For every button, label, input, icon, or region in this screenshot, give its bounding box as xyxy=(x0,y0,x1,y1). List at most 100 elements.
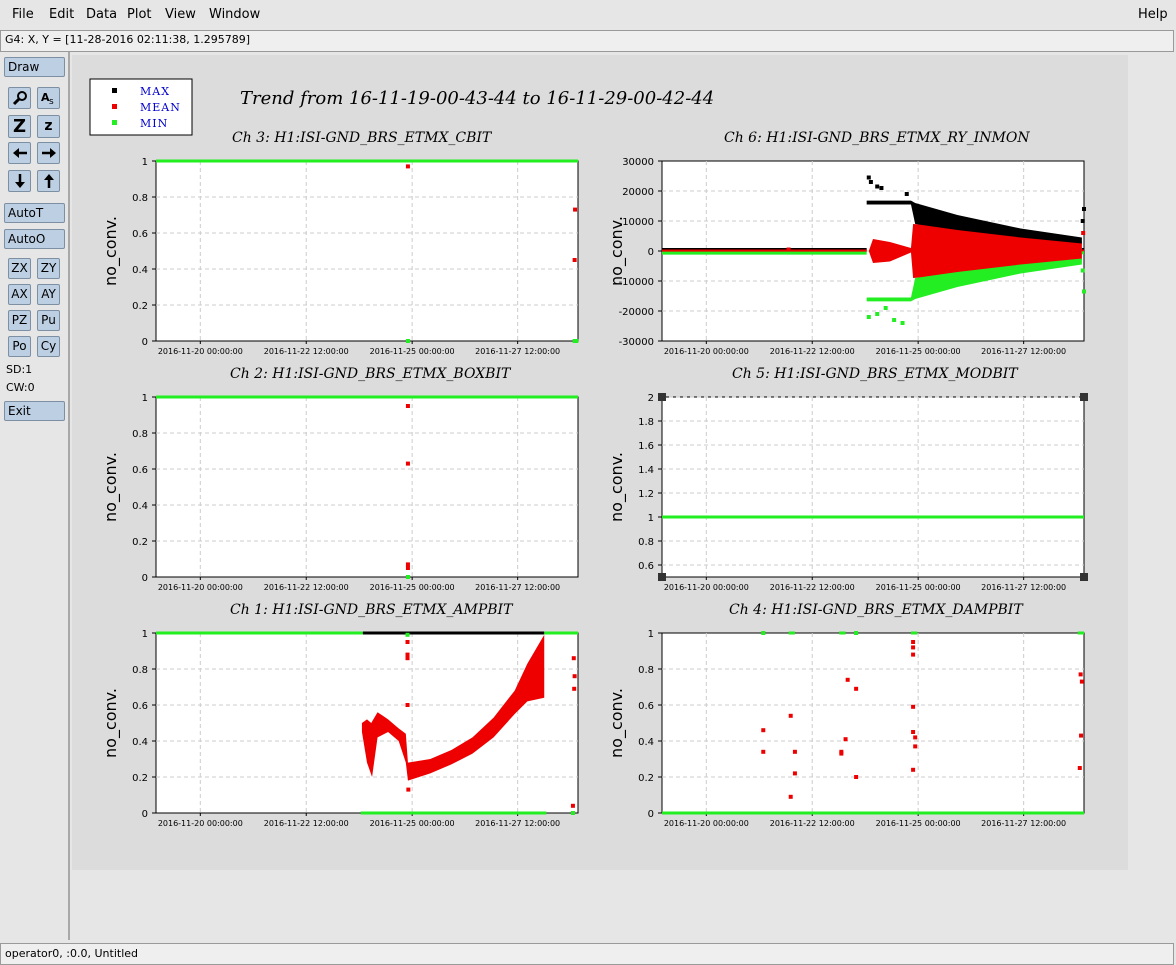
data-point-mean xyxy=(405,164,410,169)
text-annotate-button[interactable]: As xyxy=(37,87,60,109)
coordinate-readout: G4: X, Y = [11-28-2016 02:11:38, 1.29578… xyxy=(5,33,251,46)
data-point-min xyxy=(900,321,905,325)
data-point-mean xyxy=(792,771,797,776)
menu-file[interactable]: File xyxy=(12,7,34,22)
x-tick-label: 2016-11-20 00:00:00 xyxy=(664,819,749,828)
x-tick-label: 2016-11-25 00:00:00 xyxy=(876,819,961,828)
data-point-mean xyxy=(405,703,410,707)
selection-handle xyxy=(658,393,666,401)
x-tick-label: 2016-11-25 00:00:00 xyxy=(370,583,455,592)
sd-readout: SD:1 xyxy=(6,363,33,376)
data-point-max xyxy=(879,186,884,190)
data-point-mean xyxy=(788,794,793,799)
chart-2: -30000-20000-1000001000020000300002016-1… xyxy=(607,130,1086,356)
legend-marker-max xyxy=(112,88,117,93)
coordinate-readout-bar: G4: X, Y = [11-28-2016 02:11:38, 1.29578… xyxy=(0,30,1174,52)
legend-label-mean: MEAN xyxy=(140,101,181,114)
x-tick-label: 2016-11-22 12:00:00 xyxy=(770,583,855,592)
zoom-out-button[interactable]: z xyxy=(37,115,60,138)
auto-ordinate-button[interactable]: AutoO xyxy=(4,229,65,249)
y-tick-label: 1.2 xyxy=(638,489,654,500)
menu-window[interactable]: Window xyxy=(209,7,260,22)
plot-frame xyxy=(661,632,1085,814)
y-tick-label: 20000 xyxy=(622,187,654,198)
selection-handle xyxy=(1080,393,1088,401)
status-bar: operator0, :0.0, Untitled xyxy=(0,943,1174,965)
x-tick-label: 2016-11-22 12:00:00 xyxy=(770,819,855,828)
data-point-mean xyxy=(1079,733,1084,738)
data-point-min xyxy=(1082,289,1086,294)
x-tick-label: 2016-11-22 12:00:00 xyxy=(770,347,855,356)
x-tick-label: 2016-11-22 12:00:00 xyxy=(264,583,349,592)
data-point-mean xyxy=(1079,679,1084,684)
pan-left-button[interactable] xyxy=(8,142,31,164)
data-point-mean xyxy=(570,803,575,808)
magnify-button[interactable] xyxy=(8,87,31,109)
menu-data[interactable]: Data xyxy=(86,7,117,22)
data-point-max xyxy=(868,180,873,184)
zoom-in-button[interactable]: Z xyxy=(8,115,31,138)
y-tick-label: 0.6 xyxy=(132,465,148,476)
data-point-mean xyxy=(1081,231,1086,235)
y-tick-label: 0.4 xyxy=(132,265,148,276)
status-text: operator0, :0.0, Untitled xyxy=(5,947,139,960)
ay-button[interactable]: AY xyxy=(37,284,60,305)
plot-frame xyxy=(661,396,1085,578)
cy-button[interactable]: Cy xyxy=(37,336,60,357)
y-tick-label: 0.2 xyxy=(132,773,148,784)
y-tick-label: 0.2 xyxy=(132,537,148,548)
draw-button[interactable]: Draw xyxy=(4,57,65,77)
po-button[interactable]: Po xyxy=(8,336,31,357)
chart-6: 0 0.2 0.4 0.6 0.8 1 2016-11-20 00:00:00 2016-11… xyxy=(607,602,1085,828)
y-tick-label: 1.6 xyxy=(638,441,654,452)
chart-title: Ch 6: H1:ISI-GND_BRS_ETMX_RY_INMON xyxy=(724,130,1030,146)
pan-down-button[interactable] xyxy=(8,170,31,192)
ax-button[interactable]: AX xyxy=(8,284,31,305)
y-tick-label: 0.4 xyxy=(132,501,148,512)
y-tick-label: 0 xyxy=(142,337,148,348)
data-point-mean xyxy=(1078,672,1083,677)
data-point-mean xyxy=(405,562,410,567)
text-tool-icon: As xyxy=(41,91,54,106)
data-point-mean xyxy=(854,775,859,779)
legend-box[interactable]: MAX MEAN MIN xyxy=(89,78,193,136)
svg-text:s: s xyxy=(49,97,54,106)
zx-button[interactable]: ZX xyxy=(8,258,31,279)
data-point-max xyxy=(1080,219,1085,223)
plot-svg: MAX MEAN MIN Trend from 16-11-19-00-43-4… xyxy=(72,55,1128,870)
y-tick-label: 1 xyxy=(142,629,148,640)
data-point-mean xyxy=(406,787,411,792)
data-point-mean xyxy=(572,674,577,679)
arrow-down-icon xyxy=(14,174,25,188)
data-point-mean xyxy=(839,751,844,756)
y-tick-label: 0.8 xyxy=(132,193,148,204)
y-axis-label: no_conv. xyxy=(607,688,627,758)
y-tick-label: 0.8 xyxy=(638,537,654,548)
menu-view[interactable]: View xyxy=(165,7,196,22)
zy-button[interactable]: ZY xyxy=(37,258,60,279)
pu-button[interactable]: Pu xyxy=(37,310,60,331)
menu-help[interactable]: Help xyxy=(1138,7,1168,22)
data-point-mean xyxy=(405,566,410,570)
pan-up-button[interactable] xyxy=(37,170,60,192)
x-tick-label: 2016-11-27 12:00:00 xyxy=(981,347,1066,356)
data-point-mean xyxy=(405,461,410,466)
auto-time-button[interactable]: AutoT xyxy=(4,203,65,223)
exit-button[interactable]: Exit xyxy=(4,401,65,421)
x-tick-label: 2016-11-25 00:00:00 xyxy=(876,347,961,356)
pan-right-button[interactable] xyxy=(37,142,60,164)
data-point-mean xyxy=(792,749,797,754)
y-tick-label: 0 xyxy=(142,573,148,584)
x-tick-label: 2016-11-27 12:00:00 xyxy=(981,583,1066,592)
data-point-mean xyxy=(913,735,918,740)
data-point-min xyxy=(761,631,766,635)
pz-button[interactable]: PZ xyxy=(8,310,31,331)
y-tick-label: -30000 xyxy=(619,337,654,348)
data-point-min xyxy=(574,339,579,343)
menu-plot[interactable]: Plot xyxy=(127,7,152,22)
plot-canvas[interactable]: MAX MEAN MIN Trend from 16-11-19-00-43-4… xyxy=(72,55,1128,870)
menu-edit[interactable]: Edit xyxy=(49,7,74,22)
y-tick-label: 0 xyxy=(648,247,654,258)
y-tick-label: 1 xyxy=(142,393,148,404)
y-tick-label: 1.4 xyxy=(638,465,654,476)
